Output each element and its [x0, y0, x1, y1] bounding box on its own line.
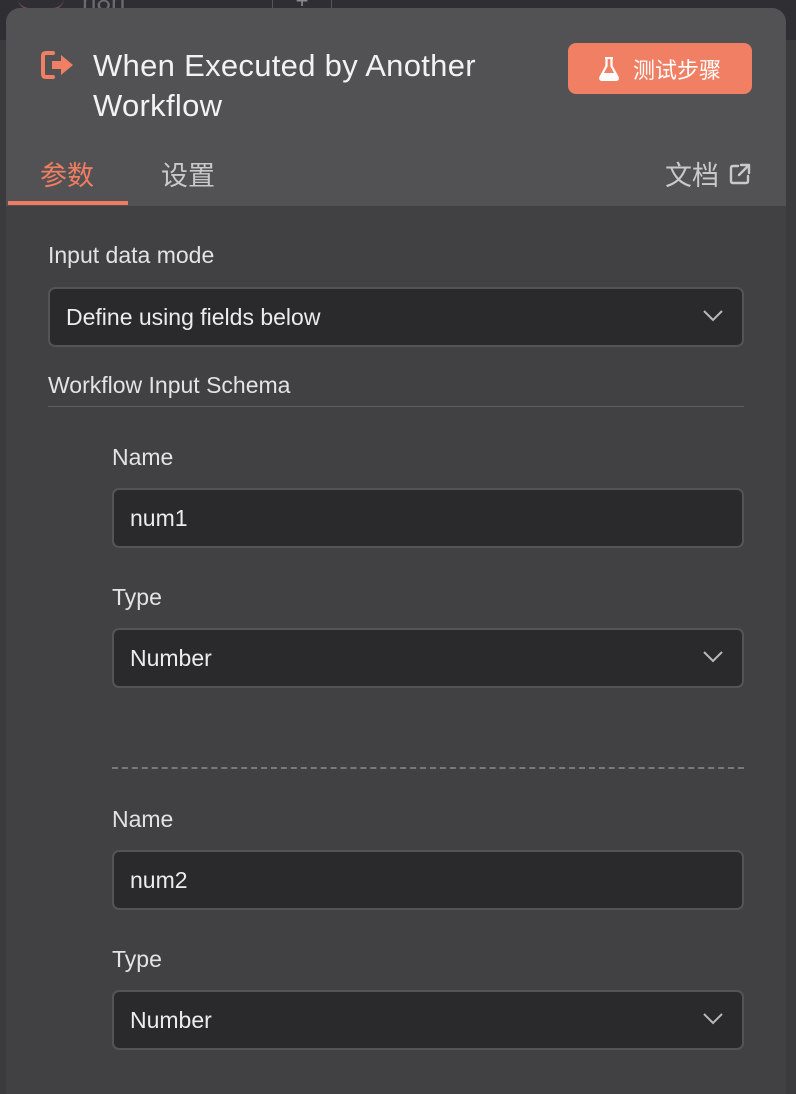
field-2-name-value: num2	[130, 866, 188, 893]
tab-settings[interactable]: 设置	[161, 154, 215, 193]
tab-parameters[interactable]: 参数	[40, 154, 94, 193]
chevron-down-icon	[703, 310, 723, 322]
field-1-type-label: Type	[112, 584, 162, 610]
field-2-type-label: Type	[112, 946, 162, 972]
sign-out-icon	[41, 51, 73, 79]
field-2-name-label: Name	[112, 806, 174, 832]
panel-tabs: 参数 设置 文档	[6, 148, 786, 206]
docs-link[interactable]: 文档	[665, 154, 751, 193]
field-2-name-input[interactable]: num2	[112, 850, 744, 910]
docs-link-label: 文档	[665, 161, 719, 191]
field-1-name-value: num1	[130, 504, 188, 531]
node-details-panel: When Executed by Another Workflow 测试步骤 参…	[6, 8, 786, 1094]
input-data-mode-value: Define using fields below	[66, 303, 321, 330]
active-tab-indicator	[8, 201, 128, 205]
field-2-type-select[interactable]: Number	[112, 990, 744, 1050]
input-data-mode-label: Input data mode	[48, 242, 215, 268]
field-1-type-value: Number	[130, 644, 212, 671]
field-separator	[112, 767, 744, 769]
field-1-type-select[interactable]: Number	[112, 628, 744, 688]
chevron-down-icon	[703, 651, 723, 663]
field-2-type-value: Number	[130, 1006, 212, 1033]
workflow-input-schema-title: Workflow Input Schema	[48, 372, 291, 398]
test-step-label: 测试步骤	[632, 57, 721, 83]
chevron-down-icon	[703, 1013, 723, 1025]
input-data-mode-select[interactable]: Define using fields below	[48, 287, 744, 347]
field-1-name-input[interactable]: num1	[112, 488, 744, 548]
field-1-name-label: Name	[112, 444, 174, 470]
flask-icon	[599, 56, 619, 81]
node-title: When Executed by Another Workflow	[93, 48, 476, 123]
external-link-icon	[729, 163, 751, 184]
section-divider	[48, 406, 744, 407]
panel-header: When Executed by Another Workflow 测试步骤 参…	[6, 8, 786, 206]
test-step-button[interactable]: 测试步骤	[568, 43, 752, 94]
